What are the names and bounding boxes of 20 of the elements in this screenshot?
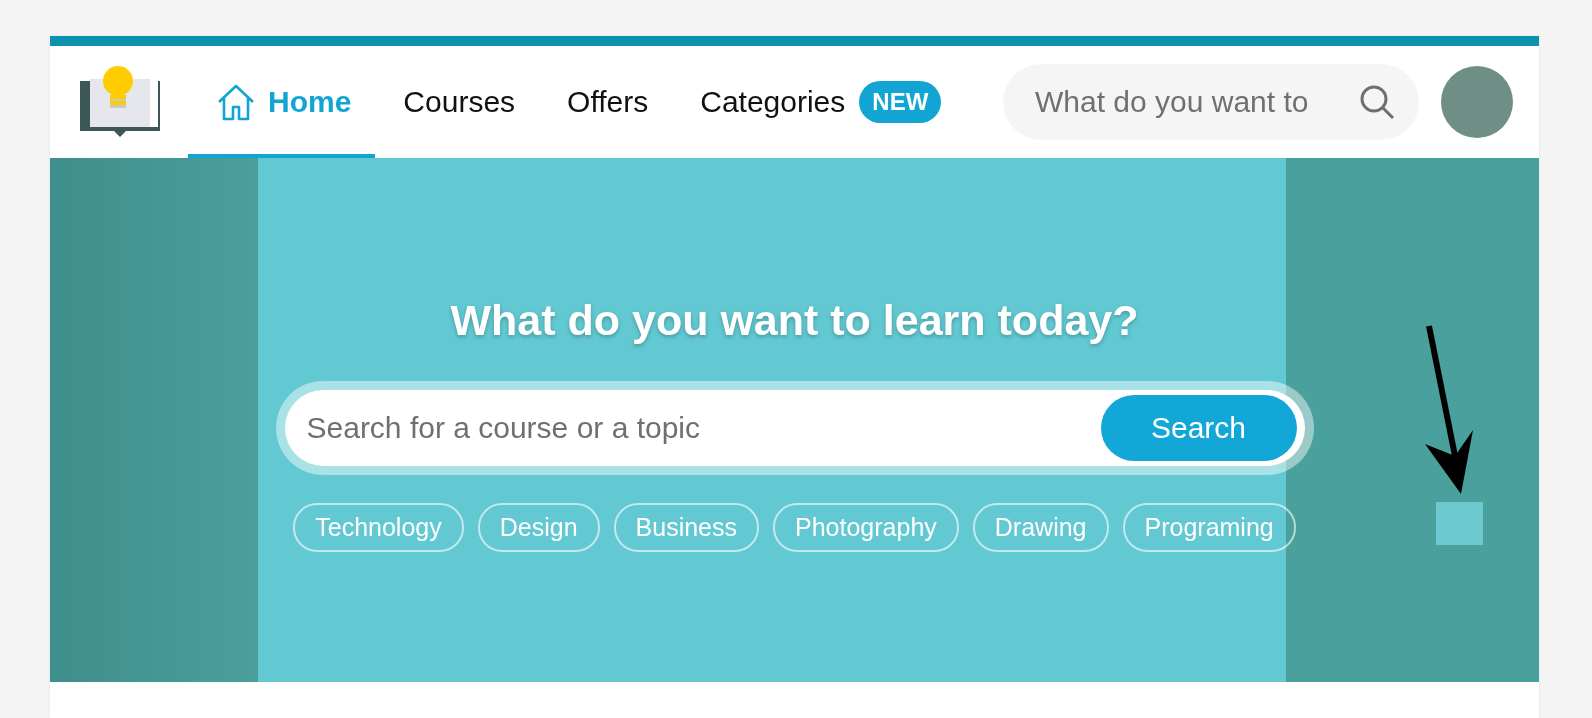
nav-tab[interactable]: Courses — [375, 46, 540, 158]
home-icon — [216, 83, 256, 121]
topic-chip[interactable]: Business — [613, 503, 759, 552]
search-bar[interactable]: Search for a course or a topic Search — [275, 381, 1314, 475]
nav-label[interactable]: Home — [268, 85, 352, 119]
topic-chip[interactable]: Photography — [773, 503, 959, 552]
topic-chip[interactable]: Technology — [293, 503, 464, 552]
topic-chip[interactable]: Design — [477, 503, 600, 552]
new-badge: NEW — [859, 81, 942, 123]
highlight-square — [1436, 502, 1483, 545]
topic-chip[interactable]: Drawing — [972, 503, 1109, 552]
nav-label[interactable]: Categories — [700, 85, 846, 119]
search-button[interactable]: Search — [1100, 395, 1297, 461]
search-icon[interactable] — [1359, 84, 1395, 120]
nav-tab[interactable]: Offers — [539, 46, 673, 158]
hero-title: What do you want to learn today? — [450, 296, 1139, 345]
nav-tab[interactable]: Categories NEW — [672, 46, 966, 158]
topic-chip[interactable]: Programing — [1122, 503, 1296, 552]
logo-icon — [80, 65, 160, 139]
search-field[interactable]: What do you want to — [1003, 64, 1419, 140]
